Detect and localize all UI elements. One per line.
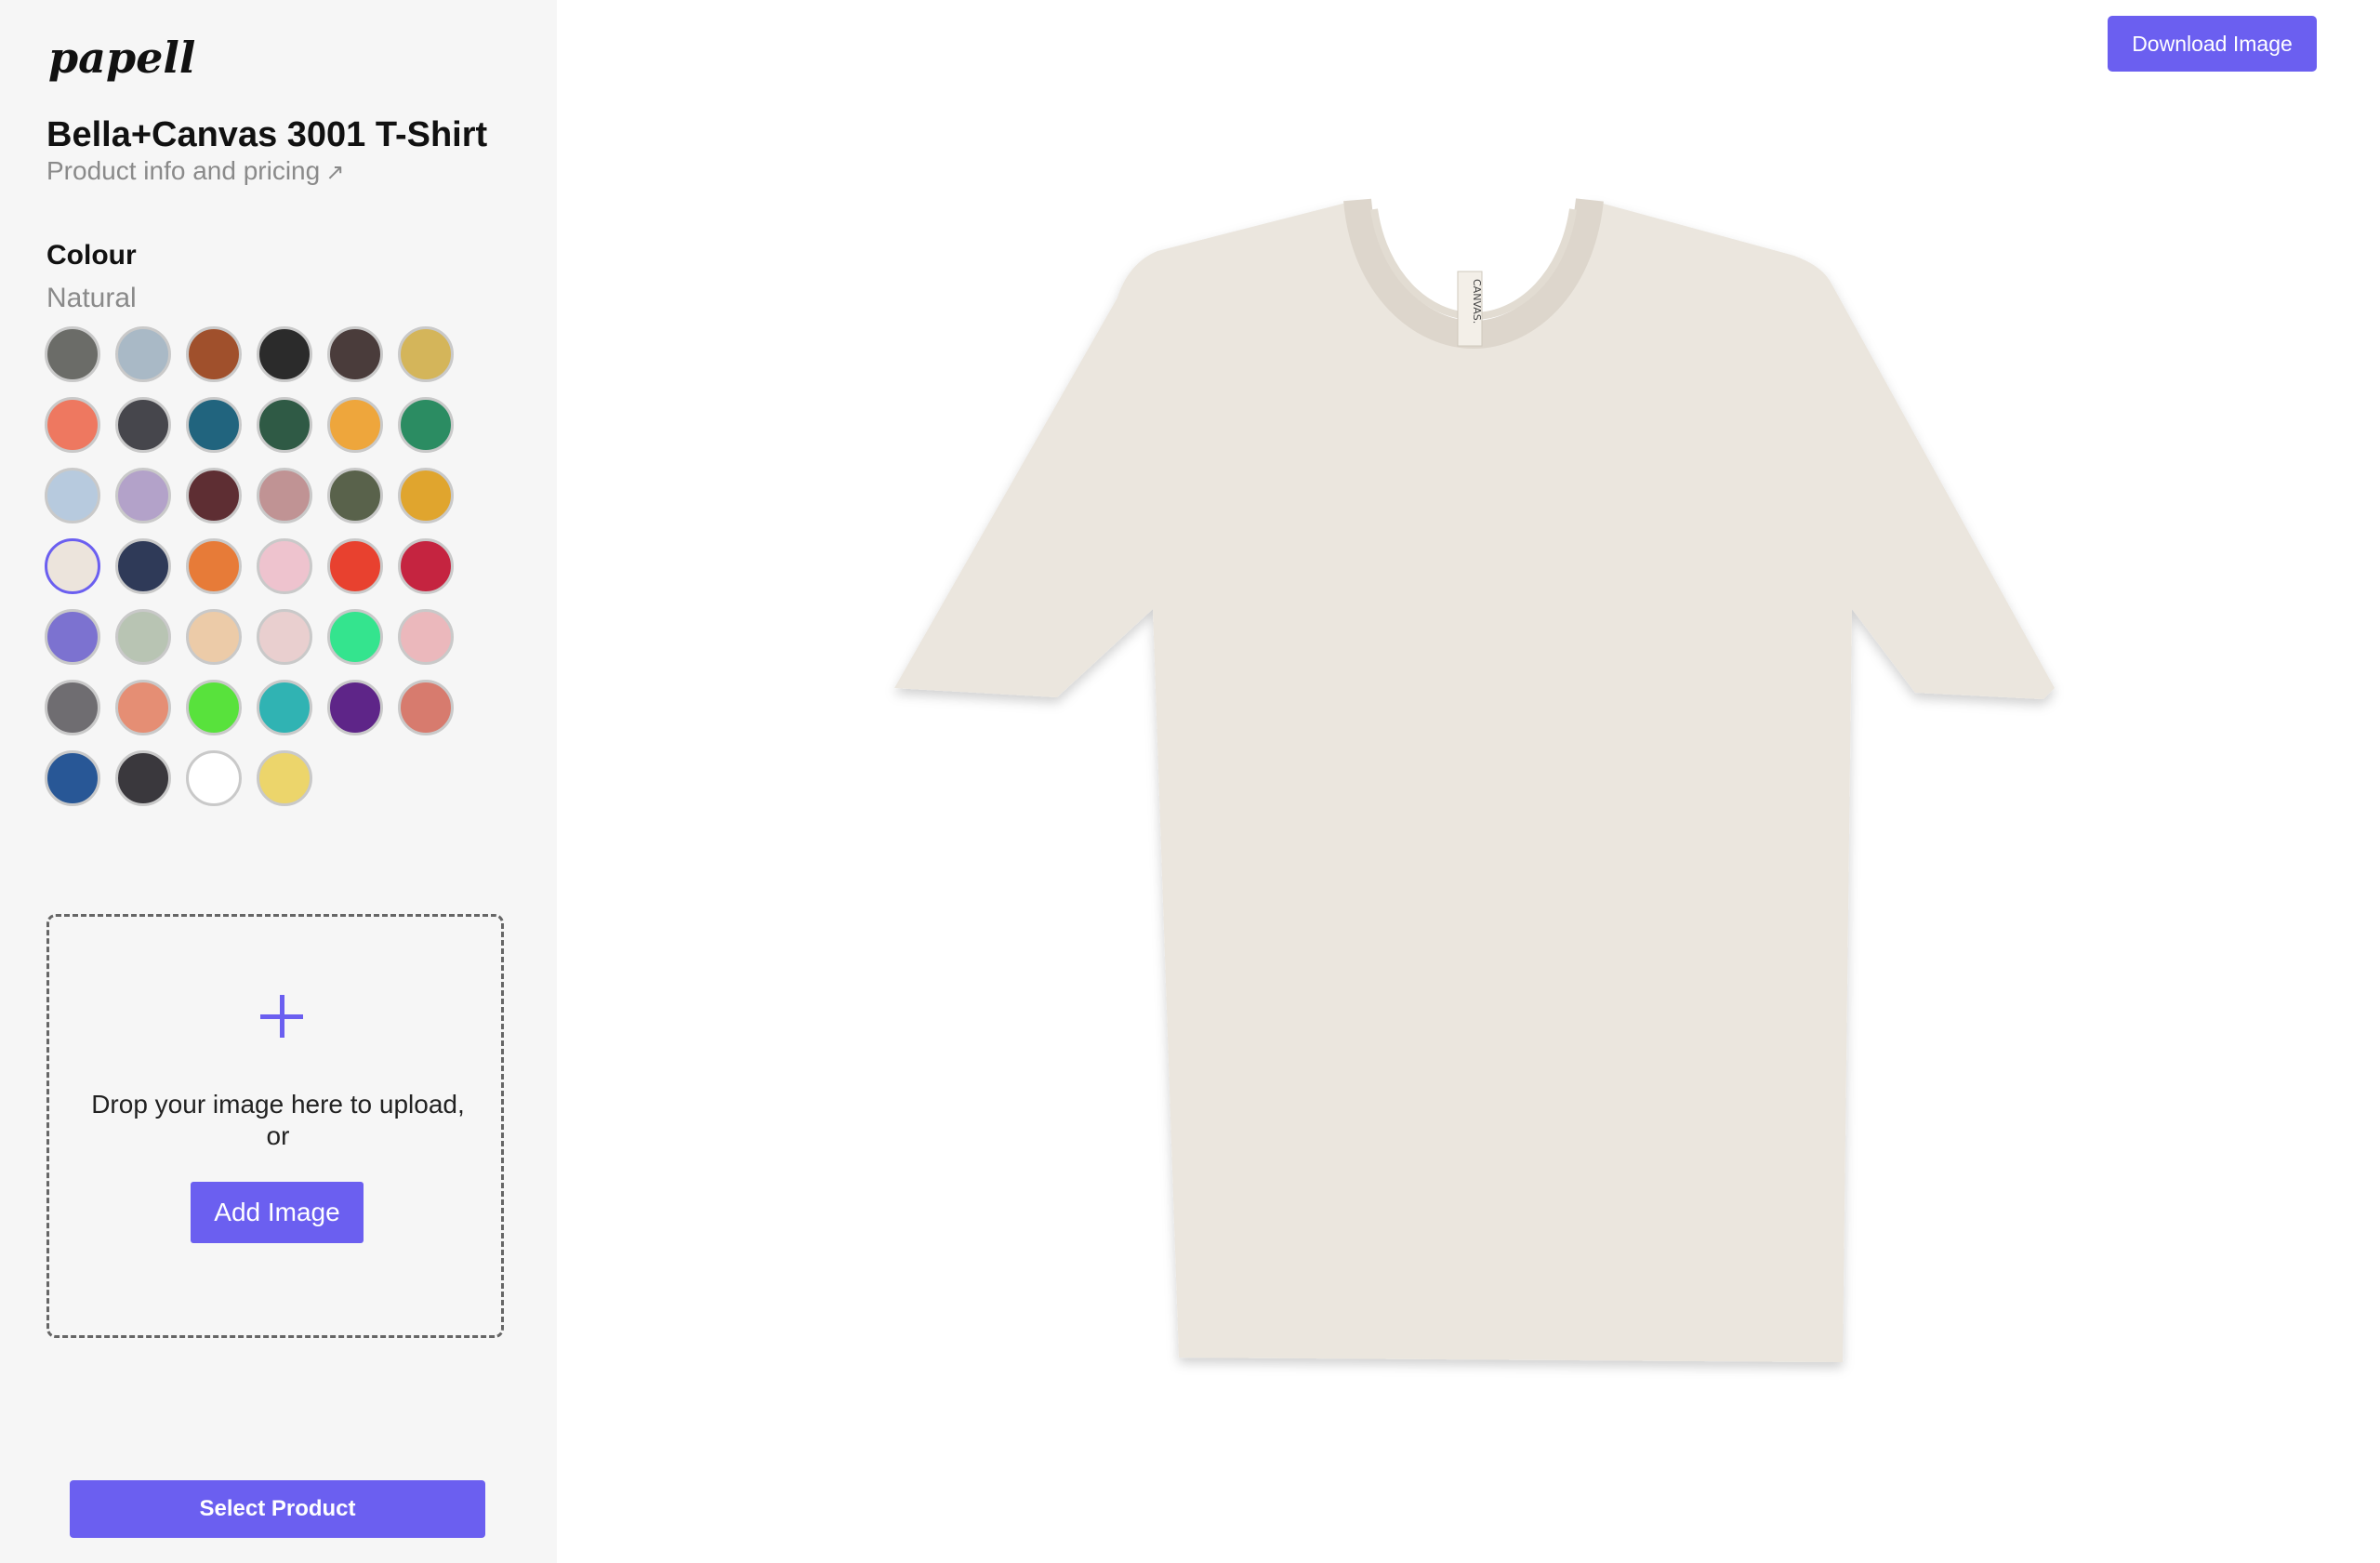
colour-swatch[interactable] — [45, 468, 100, 523]
plus-icon — [258, 993, 305, 1040]
colour-swatch[interactable] — [45, 750, 100, 806]
colour-swatch[interactable] — [398, 397, 454, 453]
colour-swatch[interactable] — [327, 397, 383, 453]
colour-swatch-grid — [45, 326, 472, 810]
colour-swatch[interactable] — [186, 680, 242, 735]
colour-swatch[interactable] — [186, 326, 242, 382]
colour-label: Colour — [46, 240, 137, 271]
shirt-tag-text: CANVAS. — [1471, 279, 1483, 324]
selected-colour-name: Natural — [46, 283, 137, 313]
download-image-button[interactable]: Download Image — [2108, 16, 2317, 72]
colour-swatch[interactable] — [115, 538, 171, 594]
colour-swatch[interactable] — [186, 468, 242, 523]
colour-swatch[interactable] — [115, 680, 171, 735]
colour-swatch[interactable] — [327, 538, 383, 594]
colour-swatch[interactable] — [45, 397, 100, 453]
product-title: Bella+Canvas 3001 T-Shirt — [46, 115, 488, 154]
colour-swatch[interactable] — [398, 680, 454, 735]
colour-swatch[interactable] — [398, 609, 454, 665]
colour-swatch[interactable] — [257, 468, 312, 523]
colour-swatch[interactable] — [186, 609, 242, 665]
colour-swatch[interactable] — [257, 609, 312, 665]
tshirt-preview-image: CANVAS. — [894, 198, 2055, 1362]
image-dropzone[interactable]: Drop your image here to upload, or Add I… — [46, 914, 504, 1338]
colour-swatch[interactable] — [327, 326, 383, 382]
colour-swatch[interactable] — [115, 326, 171, 382]
colour-swatch[interactable] — [45, 609, 100, 665]
colour-swatch[interactable] — [398, 538, 454, 594]
colour-swatch[interactable] — [45, 538, 100, 594]
colour-swatch[interactable] — [115, 609, 171, 665]
select-product-button[interactable]: Select Product — [70, 1480, 485, 1538]
colour-swatch[interactable] — [327, 609, 383, 665]
colour-swatch[interactable] — [327, 680, 383, 735]
sidebar: papello Bella+Canvas 3001 T-Shirt Produc… — [0, 0, 557, 1563]
colour-swatch[interactable] — [115, 468, 171, 523]
colour-swatch[interactable] — [45, 680, 100, 735]
colour-swatch[interactable] — [115, 397, 171, 453]
drop-instructions: Drop your image here to upload, or — [91, 1090, 465, 1150]
product-info-link[interactable]: Product info and pricing ↗ — [46, 156, 344, 186]
colour-swatch[interactable] — [257, 750, 312, 806]
arrow-up-right-icon: ↗ — [325, 159, 345, 185]
colour-swatch[interactable] — [45, 326, 100, 382]
colour-swatch[interactable] — [186, 397, 242, 453]
colour-swatch[interactable] — [257, 538, 312, 594]
papello-logo: papello — [48, 33, 195, 83]
add-image-button[interactable]: Add Image — [191, 1182, 364, 1243]
colour-swatch[interactable] — [327, 468, 383, 523]
colour-swatch[interactable] — [186, 538, 242, 594]
colour-swatch[interactable] — [398, 326, 454, 382]
colour-swatch[interactable] — [257, 397, 312, 453]
colour-swatch[interactable] — [257, 680, 312, 735]
colour-swatch[interactable] — [398, 468, 454, 523]
product-info-link-label: Product info and pricing — [46, 156, 321, 185]
logo-text: papello — [48, 33, 195, 83]
colour-swatch[interactable] — [186, 750, 242, 806]
colour-swatch[interactable] — [257, 326, 312, 382]
colour-swatch[interactable] — [115, 750, 171, 806]
